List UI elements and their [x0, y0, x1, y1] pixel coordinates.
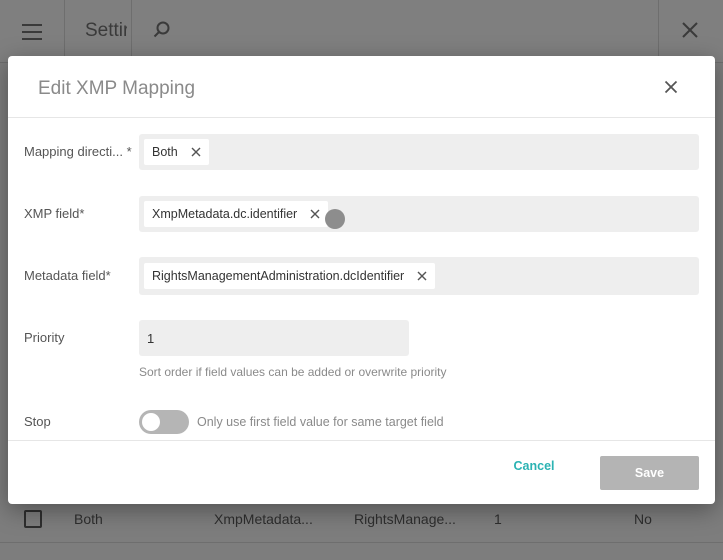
app-top-bar: Settir — [0, 0, 723, 63]
cell-priority: 1 — [494, 511, 502, 527]
chip-label: RightsManagementAdministration.dcIdentif… — [152, 269, 405, 283]
metadata-field-chip: RightsManagementAdministration.dcIdentif… — [144, 263, 436, 289]
cell-stop: No — [634, 511, 652, 527]
page-title: Settir — [85, 20, 127, 41]
menu-icon[interactable] — [22, 24, 42, 40]
toggle-knob — [142, 413, 160, 431]
priority-label: Priority — [24, 330, 65, 345]
search-icon[interactable] — [152, 20, 172, 45]
divider — [131, 0, 132, 62]
header-divider — [8, 117, 715, 118]
remove-chip-icon[interactable] — [191, 147, 201, 157]
xmp-field-chip: XmpMetadata.dc.identifier — [144, 201, 329, 227]
close-icon[interactable] — [680, 20, 700, 45]
cell-xmp-field: XmpMetadata... — [214, 511, 313, 527]
chip-label: XmpMetadata.dc.identifier — [152, 207, 298, 221]
footer-divider — [8, 440, 715, 441]
metadata-field-label: Metadata field* — [24, 268, 111, 283]
chip-label: Both — [152, 145, 178, 159]
priority-input[interactable] — [139, 320, 409, 356]
cell-metadata-field: RightsManage... — [354, 511, 456, 527]
save-button[interactable]: Save — [600, 456, 699, 490]
divider — [658, 0, 659, 62]
remove-chip-icon[interactable] — [310, 209, 320, 219]
stop-toggle[interactable] — [139, 410, 189, 434]
mapping-direction-field[interactable]: Both — [139, 134, 699, 170]
mapping-direction-chip: Both — [144, 139, 209, 165]
divider — [64, 0, 65, 62]
row-checkbox[interactable] — [24, 510, 42, 528]
table-row[interactable]: Both XmpMetadata... RightsManage... 1 No — [0, 498, 723, 543]
priority-hint: Sort order if field values can be added … — [139, 365, 447, 379]
edit-xmp-mapping-dialog: Edit XMP Mapping Mapping directi... * Bo… — [8, 56, 715, 504]
xmp-field-field[interactable]: XmpMetadata.dc.identifier — [139, 196, 699, 232]
dialog-title: Edit XMP Mapping — [38, 78, 196, 99]
metadata-field-field[interactable]: RightsManagementAdministration.dcIdentif… — [139, 257, 699, 295]
click-ripple — [325, 209, 345, 229]
mapping-direction-label: Mapping directi... * — [24, 144, 132, 159]
close-icon[interactable] — [664, 80, 678, 99]
xmp-field-label: XMP field* — [24, 206, 85, 221]
stop-label: Stop — [24, 414, 51, 429]
cancel-button[interactable]: Cancel — [498, 452, 570, 480]
remove-chip-icon[interactable] — [417, 271, 427, 281]
cell-direction: Both — [74, 511, 103, 527]
stop-toggle-label: Only use first field value for same targ… — [197, 415, 444, 429]
